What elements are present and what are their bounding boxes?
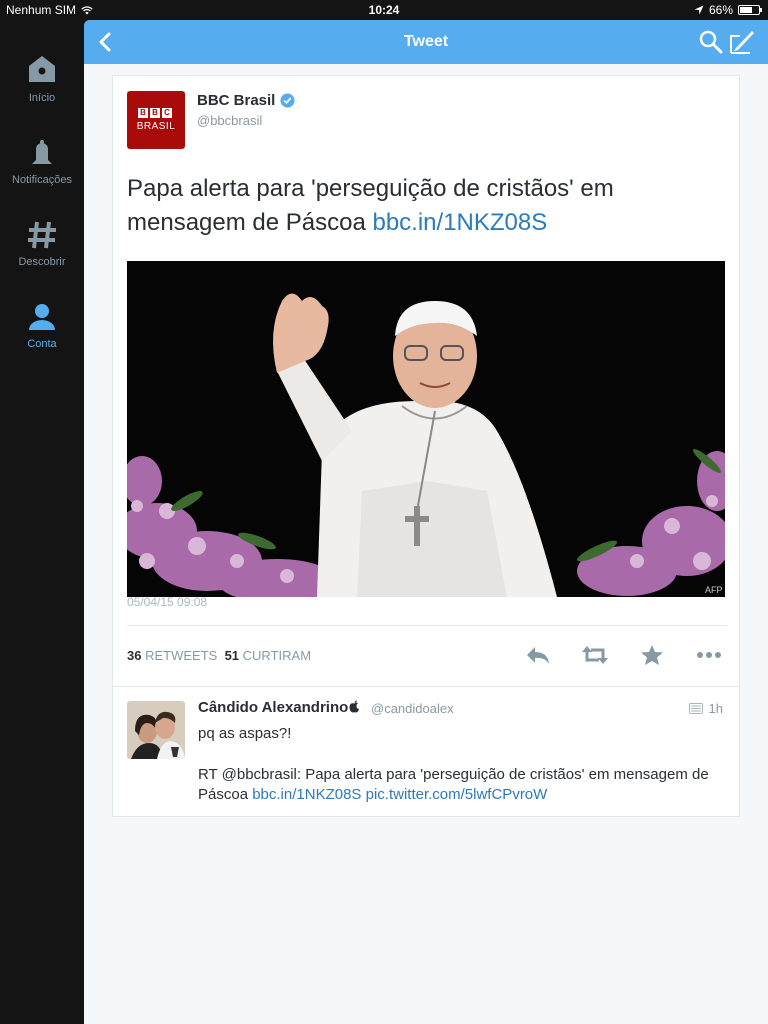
sidebar-item-label: Descobrir — [18, 256, 66, 268]
battery-icon — [738, 5, 762, 15]
reply-pic-link[interactable]: pic.twitter.com/5lwfCPvroW — [366, 786, 548, 803]
author-name-text: BBC Brasil — [197, 92, 276, 109]
status-time: 10:24 — [368, 3, 400, 17]
navigation-bar: Tweet — [84, 20, 768, 64]
sidebar-item-notificacoes[interactable]: Notificações — [0, 136, 84, 186]
tweet-actions — [523, 642, 724, 668]
avatar[interactable] — [127, 701, 185, 759]
search-icon[interactable] — [698, 29, 724, 55]
sidebar-item-conta[interactable]: Conta — [0, 300, 84, 350]
bbc-logo: B B C — [138, 108, 172, 118]
logo-block: B — [150, 108, 160, 118]
verified-badge-icon — [280, 93, 295, 108]
reply-author-name-text: Cândido Alexandrino — [198, 699, 349, 716]
favorite-star-icon[interactable] — [637, 642, 667, 668]
reply-quoted-text: RT @bbcbrasil: Papa alerta para 'persegu… — [198, 765, 728, 805]
author-name[interactable]: BBC Brasil — [197, 92, 295, 109]
photo-attachment-icon — [688, 703, 703, 714]
main-panel: Tweet B B C BRASIL BBC Brasil @bbcbrasil… — [84, 20, 768, 1024]
battery-percent: 66% — [708, 3, 733, 17]
pope-photo-illustration: AFP — [127, 261, 725, 597]
reply-avatar-photo — [127, 701, 185, 759]
tweet-card: B B C BRASIL BBC Brasil @bbcbrasil Papa … — [112, 75, 740, 817]
tweet-timestamp: 05/04/15 09:08 — [127, 595, 208, 609]
reply-time-group: 1h — [688, 701, 723, 716]
logo-text: BRASIL — [136, 121, 176, 132]
tweet-stats: 36 RETWEETS 51 CURTIRAM — [127, 648, 311, 663]
reply-tweet[interactable]: Cândido Alexandrino @candidoalex 1h pq a… — [113, 686, 739, 816]
logo-block: B — [138, 108, 148, 118]
photo-credit: AFP — [705, 585, 723, 595]
sidebar-item-label: Início — [28, 92, 56, 104]
retweets-count: 36 — [127, 648, 142, 663]
hashtag-icon — [28, 221, 56, 249]
retweets-label[interactable]: RETWEETS — [145, 648, 217, 663]
person-icon — [29, 304, 55, 330]
reply-icon[interactable] — [523, 642, 553, 668]
location-arrow-icon — [694, 5, 704, 15]
tweet-link[interactable]: bbc.in/1NKZ08S — [372, 209, 547, 236]
sidebar-item-label: Conta — [27, 338, 57, 350]
reply-author-handle[interactable]: @candidoalex — [371, 701, 454, 716]
retweet-icon[interactable] — [580, 642, 610, 668]
reply-text: pq as aspas?! — [198, 725, 292, 742]
status-right: 66% — [694, 3, 762, 17]
sidebar: Início Notificações Descobrir Conta — [0, 20, 84, 1024]
sidebar-item-inicio[interactable]: Início — [0, 54, 84, 104]
apple-icon — [349, 700, 360, 713]
battery-fill — [740, 7, 752, 13]
reply-link[interactable]: bbc.in/1NKZ08S — [252, 786, 361, 803]
sidebar-item-descobrir[interactable]: Descobrir — [0, 218, 84, 268]
more-options-icon[interactable] — [694, 642, 724, 668]
likes-label[interactable]: CURTIRAM — [243, 648, 311, 663]
status-bar: Nenhum SIM 10:24 66% — [0, 0, 768, 20]
reply-author-name[interactable]: Cândido Alexandrino — [198, 699, 360, 716]
home-icon — [29, 56, 55, 82]
reply-time: 1h — [708, 701, 723, 716]
likes-count: 51 — [224, 648, 240, 663]
divider — [127, 625, 727, 626]
avatar[interactable]: B B C BRASIL — [127, 91, 185, 149]
compose-icon[interactable] — [728, 28, 756, 56]
sidebar-item-label: Notificações — [12, 174, 72, 186]
tweet-text: Papa alerta para 'perseguição de cristão… — [127, 172, 727, 240]
author-handle[interactable]: @bbcbrasil — [197, 113, 262, 128]
bell-icon — [32, 140, 52, 164]
logo-block: C — [162, 108, 172, 118]
tweet-photo[interactable]: AFP — [127, 261, 725, 597]
page-title: Tweet — [403, 33, 449, 50]
